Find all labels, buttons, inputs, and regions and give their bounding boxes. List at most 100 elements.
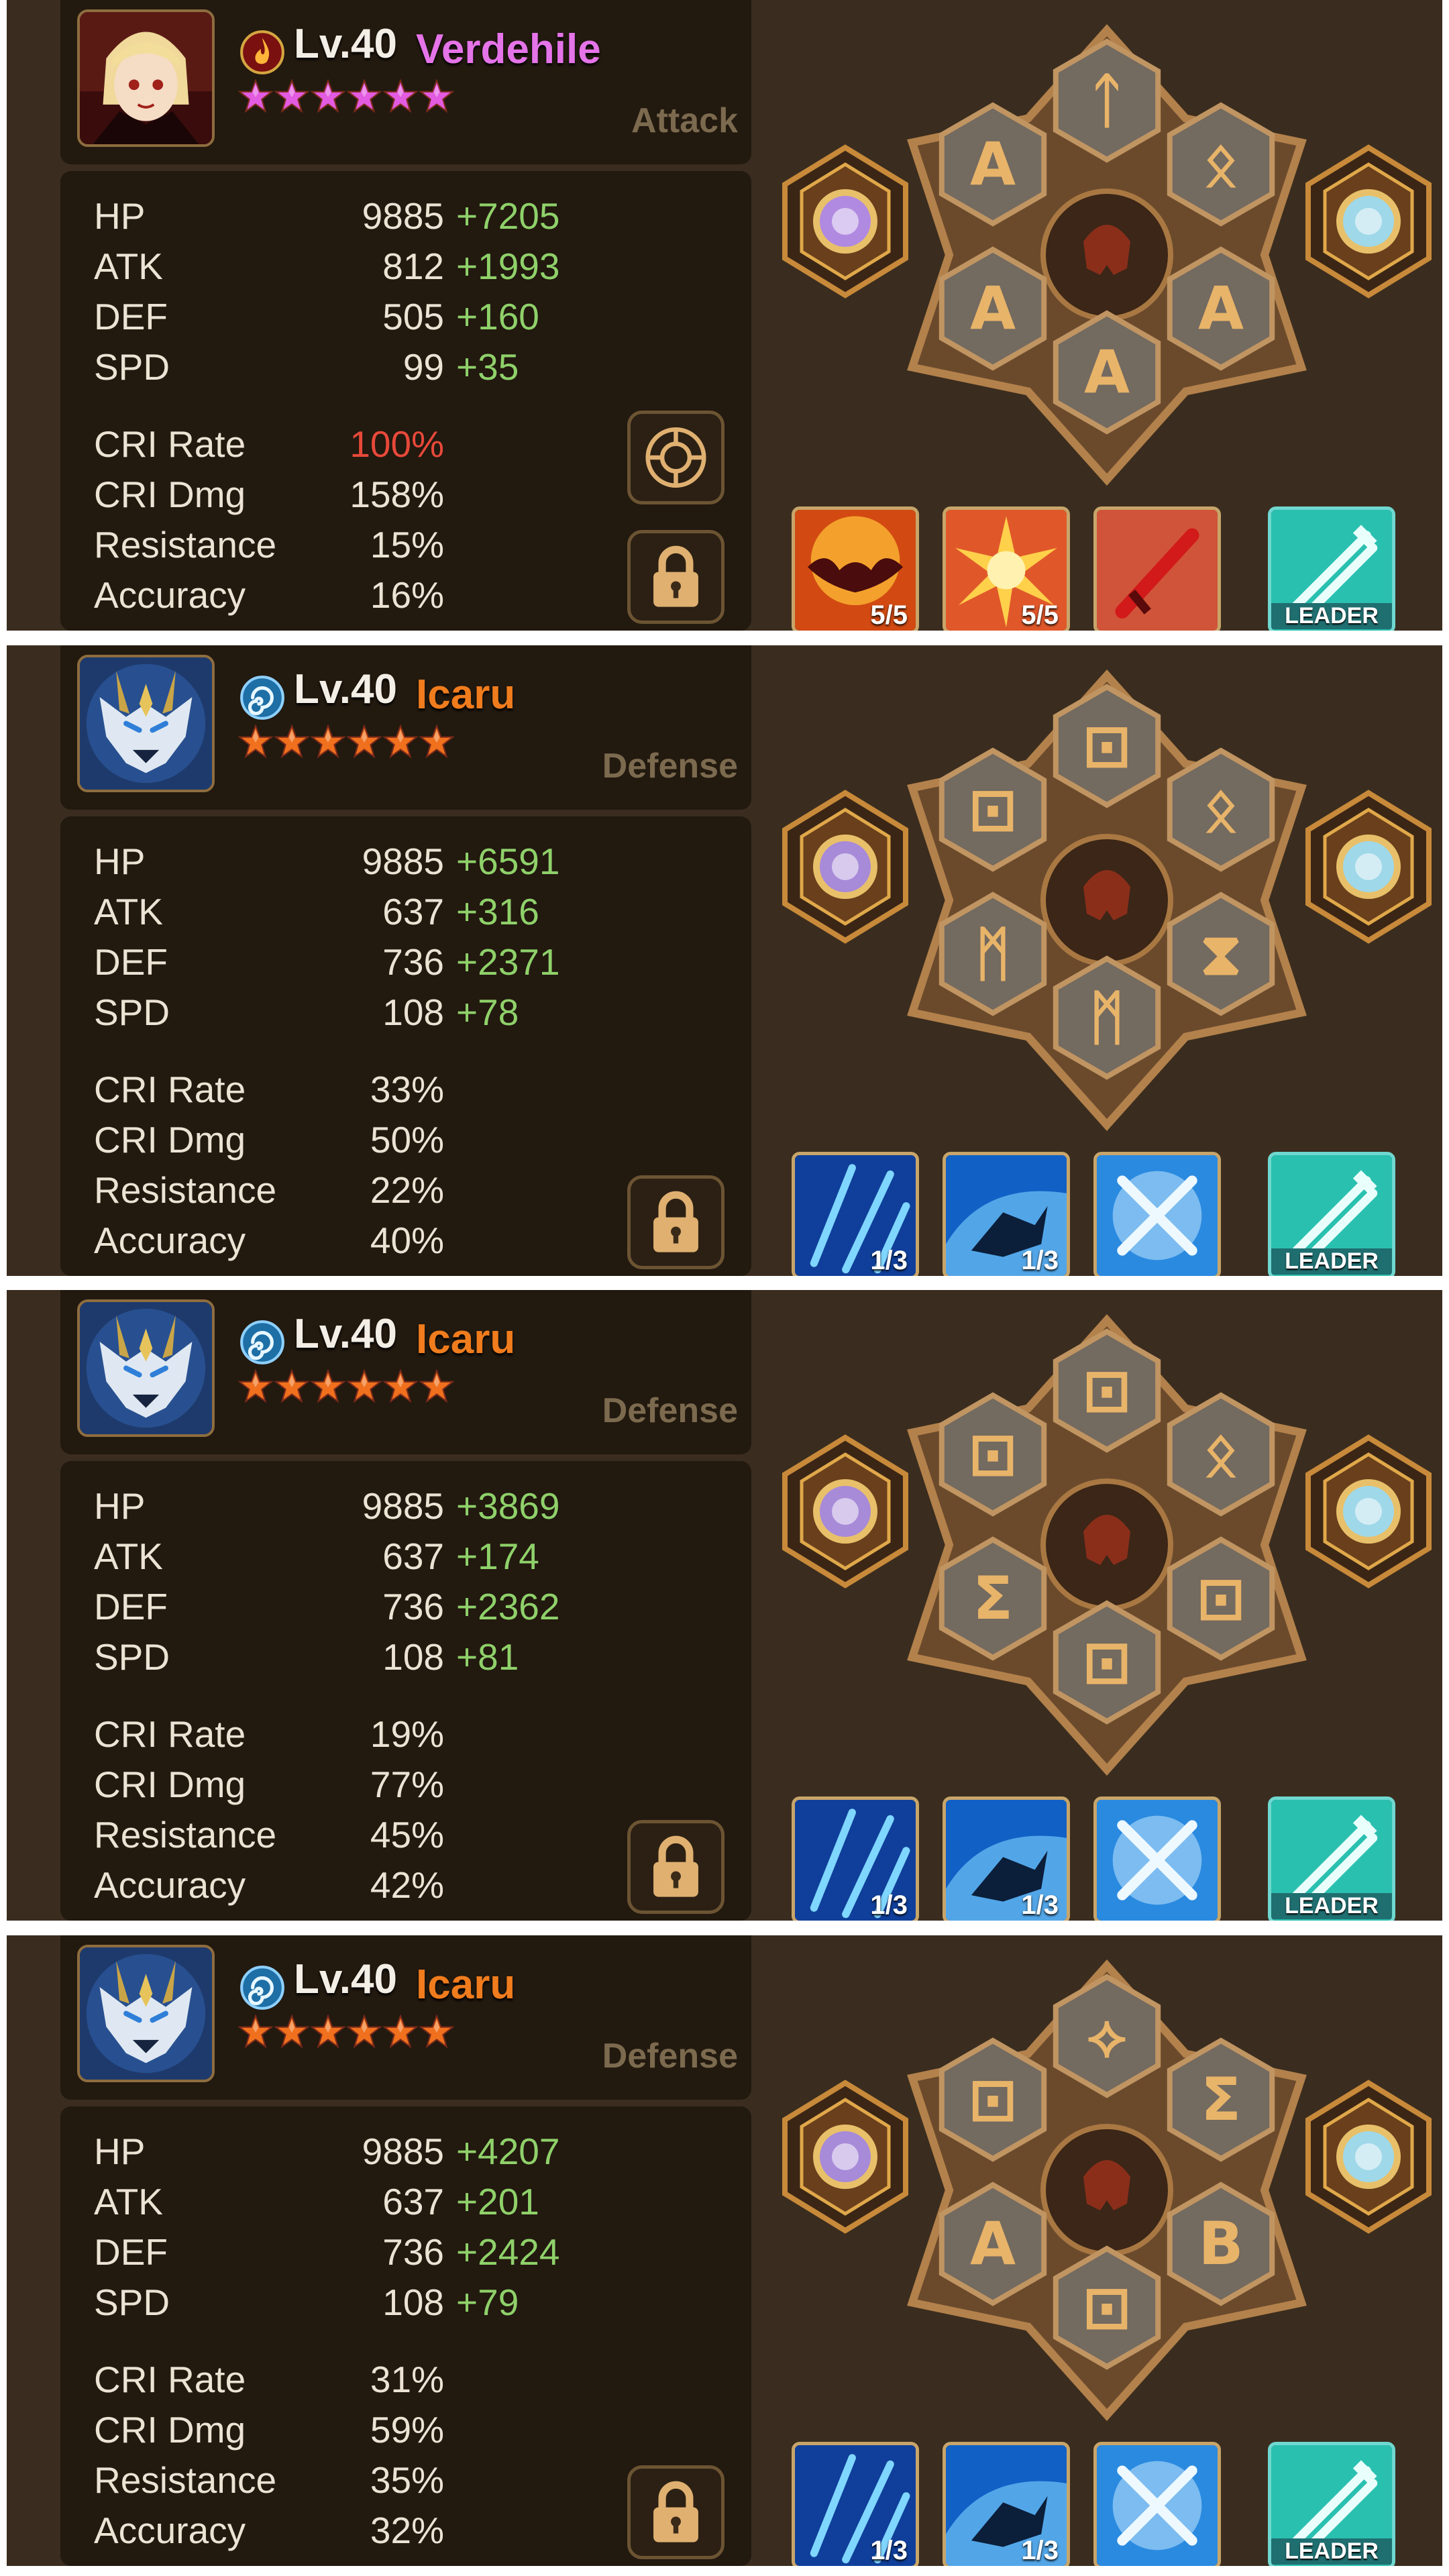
- monster-role: Defense: [602, 747, 738, 786]
- stat-value: 158%: [350, 474, 444, 515]
- stat-value: 33%: [370, 1069, 444, 1110]
- lock-icon: [653, 1835, 698, 1897]
- type-artifact[interactable]: [1301, 1434, 1436, 1589]
- fire-attribute-artifact[interactable]: [778, 144, 912, 299]
- stat-label: ATK: [94, 2181, 163, 2222]
- stat-label: SPD: [94, 346, 170, 388]
- star-icon: [382, 78, 419, 114]
- star-icon: [346, 2014, 382, 2049]
- stat-base-value: 736: [382, 1586, 444, 1627]
- monster-role: Defense: [602, 2037, 738, 2076]
- star-icon: [237, 2014, 274, 2049]
- stat-bonus-value: +1993: [456, 246, 560, 287]
- leader-skill-icon[interactable]: LEADER: [1268, 2442, 1395, 2566]
- stat-base-value: 736: [382, 941, 444, 983]
- cross-sword-skill-icon[interactable]: [1093, 1796, 1221, 1921]
- sword-skill-icon[interactable]: [1093, 506, 1221, 631]
- type-artifact[interactable]: [1301, 790, 1436, 944]
- water-attribute-artifact[interactable]: [778, 1434, 912, 1589]
- wolf-portrait[interactable]: [77, 655, 215, 792]
- stat-label: Resistance: [94, 1814, 277, 1856]
- stats-panel: HP 9885 +7205 ATK 812 +1993 DEF 505 +160 SPD 99 +35…: [60, 171, 751, 631]
- ice-slash-skill-icon[interactable]: 1/3: [792, 2442, 919, 2566]
- leader-skill-icon[interactable]: LEADER: [1268, 506, 1395, 631]
- leader-skill-icon[interactable]: LEADER: [1268, 1796, 1395, 1921]
- lock-button[interactable]: [627, 1820, 724, 1914]
- stat-bonus-value: +174: [456, 1536, 539, 1577]
- stat-row-hp: HP 9885 +4207: [60, 2130, 751, 2177]
- lock-icon: [653, 1191, 698, 1252]
- monster-name: Icaru: [416, 1316, 516, 1362]
- leader-skill-icon[interactable]: LEADER: [1268, 1152, 1395, 1276]
- stat-label: DEF: [94, 2231, 168, 2273]
- star-rating: [237, 78, 455, 114]
- stat-base-value: 812: [382, 246, 444, 287]
- stat-value: 50%: [370, 1119, 444, 1161]
- stat-bonus-value: +7205: [456, 195, 560, 237]
- water-attribute-artifact[interactable]: [778, 790, 912, 944]
- stat-label: SPD: [94, 2282, 170, 2323]
- wolf-skill-icon[interactable]: 1/3: [943, 2442, 1070, 2566]
- star-icon: [346, 724, 382, 759]
- stat-label: Accuracy: [94, 1864, 246, 1906]
- stat-label: CRI Dmg: [94, 2409, 246, 2451]
- rune-glyph-6: A: [1084, 337, 1130, 407]
- stat-base-value: 9885: [362, 2131, 444, 2172]
- leader-skill-label: LEADER: [1271, 1893, 1392, 1919]
- wolf-portrait[interactable]: [77, 1945, 215, 2082]
- lock-button[interactable]: [627, 1175, 724, 1269]
- cross-sword-skill-icon[interactable]: [1093, 1152, 1221, 1276]
- stat-label: SPD: [94, 991, 170, 1033]
- vampire-portrait[interactable]: [77, 9, 215, 147]
- lock-button[interactable]: [627, 2465, 724, 2559]
- ice-slash-skill-icon[interactable]: 1/3: [792, 1152, 919, 1276]
- type-artifact[interactable]: [1301, 144, 1436, 299]
- wolf-skill-icon[interactable]: 1/3: [943, 1796, 1070, 1921]
- wolf-skill-icon[interactable]: 1/3: [943, 1152, 1070, 1276]
- rune-glyph-4: ⊡: [1196, 1564, 1246, 1633]
- stat-value: 32%: [370, 2510, 444, 2551]
- star-rating: [237, 1368, 455, 1404]
- stat-bonus-value: +316: [456, 891, 539, 932]
- wolf-portrait[interactable]: [77, 1299, 215, 1437]
- rune-wheel: ᛏᛟAAAA: [879, 23, 1335, 486]
- substat-row: CRI Rate 19%: [60, 1713, 751, 1760]
- stat-label: CRI Rate: [94, 2359, 246, 2400]
- stat-label: CRI Rate: [94, 1713, 246, 1755]
- skill-level: 1/3: [1021, 1890, 1059, 1920]
- star-rating: [237, 724, 455, 759]
- water-element-icon: [238, 674, 286, 722]
- lock-icon: [653, 2481, 698, 2542]
- ice-slash-skill-icon[interactable]: 1/3: [792, 1796, 919, 1921]
- stat-row-spd: SPD 99 +35: [60, 345, 751, 392]
- skill-level: 1/3: [1021, 1246, 1059, 1275]
- stat-bonus-value: +2424: [456, 2231, 560, 2273]
- stat-value: 77%: [370, 1764, 444, 1805]
- stat-label: CRI Dmg: [94, 1119, 246, 1161]
- stat-value: 22%: [370, 1169, 444, 1211]
- star-icon: [237, 78, 274, 114]
- star-icon: [237, 724, 274, 759]
- cross-sword-skill-icon[interactable]: [1093, 2442, 1221, 2566]
- lock-button[interactable]: [627, 530, 724, 624]
- type-artifact[interactable]: [1301, 2080, 1436, 2234]
- stat-value: 59%: [370, 2409, 444, 2451]
- monster-level: Lv.40: [294, 1311, 397, 1357]
- stat-bonus-value: +79: [456, 2282, 519, 2323]
- burst-skill-icon[interactable]: 5/5: [943, 506, 1070, 631]
- stat-bonus-value: +35: [456, 346, 519, 388]
- bat-skill-icon[interactable]: 5/5: [792, 506, 919, 631]
- stat-label: ATK: [94, 246, 163, 287]
- stat-value: 15%: [370, 524, 444, 566]
- stat-base-value: 9885: [362, 841, 444, 882]
- rune-set-button[interactable]: [627, 411, 724, 504]
- monster-panel: Lv.40 Icaru Defense HP 9885 +6591 ATK 637 +316 DE…: [7, 645, 1442, 1276]
- monster-panel: Lv.40 Verdehile Attack HP 9885 +7205 ATK 812 +19…: [7, 0, 1442, 631]
- stats-panel: HP 9885 +3869 ATK 637 +174 DEF 736 +2362 SPD 108 +8…: [60, 1461, 751, 1921]
- rune-glyph-3: ⊡: [968, 775, 1018, 844]
- water-attribute-artifact[interactable]: [778, 2080, 912, 2234]
- skill-bar: 1/3 1/3 LEADER: [792, 2442, 1429, 2566]
- star-icon: [274, 2014, 310, 2049]
- star-icon: [382, 724, 419, 759]
- stat-label: CRI Dmg: [94, 474, 246, 515]
